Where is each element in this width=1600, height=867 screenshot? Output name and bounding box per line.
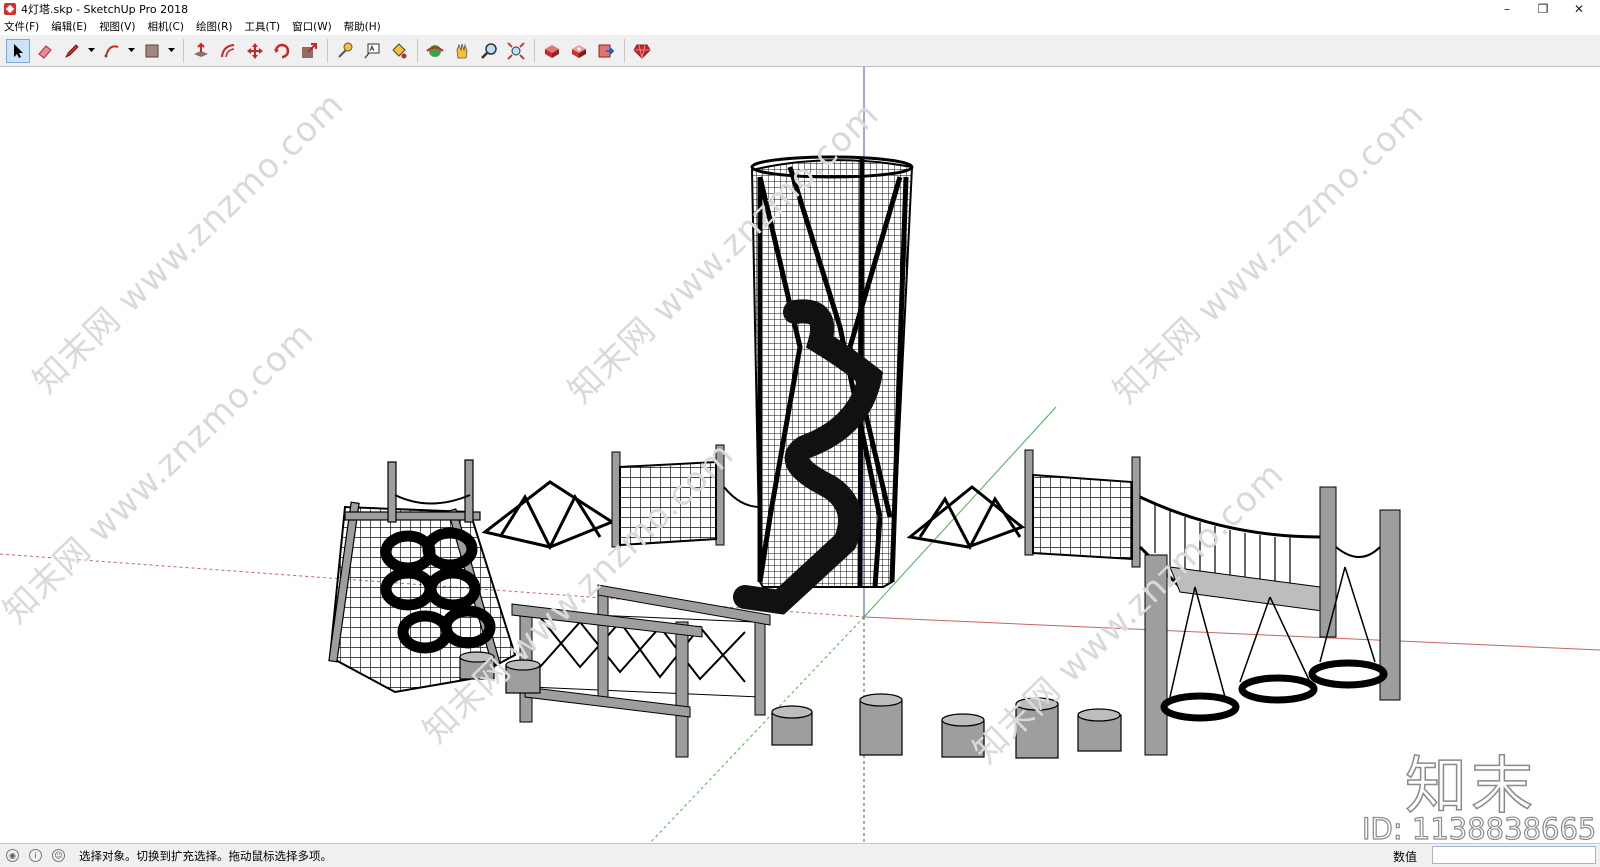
user-icon[interactable]: ☺ (52, 849, 65, 862)
arc-tool-button[interactable] (100, 39, 124, 63)
resource-id: ID: 1138838665 (1361, 811, 1597, 846)
menu-window[interactable]: 窗口(W) (292, 19, 332, 34)
text-icon (364, 43, 380, 58)
pan-tool-button[interactable] (450, 39, 474, 63)
toolbar-separator (417, 38, 418, 63)
warehouse-icon (545, 44, 559, 58)
offset-tool-button[interactable] (216, 39, 240, 63)
menu-edit[interactable]: 编辑(E) (51, 19, 87, 34)
send-to-layout-button[interactable] (594, 39, 618, 63)
toolbar-separator (534, 38, 535, 63)
zoom-extents-tool-button[interactable] (504, 39, 528, 63)
tape-measure-icon (338, 42, 353, 58)
push-pull-tool-button[interactable] (189, 39, 213, 63)
extension-warehouse-icon (572, 44, 586, 58)
extension-warehouse-button[interactable] (567, 39, 591, 63)
main-toolbar (0, 35, 1600, 67)
menu-view[interactable]: 视图(V) (99, 19, 135, 34)
restore-button[interactable]: ❐ (1525, 0, 1561, 18)
toolbar-separator (327, 38, 328, 63)
scale-icon (302, 42, 317, 58)
pan-icon (456, 42, 468, 58)
red-axis (863, 616, 1600, 651)
toolbar-separator (624, 38, 625, 63)
zoom-extents-icon (507, 41, 525, 60)
offset-icon (221, 43, 235, 57)
sketchup-app-icon (4, 3, 16, 15)
eraser-tool-button[interactable] (33, 39, 57, 63)
eraser-icon (38, 44, 52, 59)
rectangle-tool-button[interactable] (140, 39, 164, 63)
paint-bucket-tool-button[interactable] (387, 39, 411, 63)
pencil-tool-button[interactable] (60, 39, 84, 63)
chevron-down-icon (128, 48, 135, 52)
rectangle-icon (145, 44, 159, 57)
orbit-tool-button[interactable] (423, 39, 447, 63)
orbit-icon (426, 44, 444, 57)
menu-file[interactable]: 文件(F) (4, 19, 39, 34)
paint-bucket-icon (392, 42, 407, 58)
status-message: 选择对象。切换到扩充选择。拖动鼠标选择多项。 (79, 848, 332, 863)
geolocation-icon[interactable]: ◉ (6, 849, 19, 862)
rotate-tool-button[interactable] (270, 39, 294, 63)
modeling-viewport[interactable]: 知末网 www.znzmo.com 知末网 www.znzmo.com 知末网 … (0, 67, 1600, 843)
menu-camera[interactable]: 相机(C) (147, 19, 184, 34)
status-bar: ◉ i ☺ 选择对象。切换到扩充选择。拖动鼠标选择多项。 数值 (0, 843, 1600, 867)
scale-tool-button[interactable] (297, 39, 321, 63)
menu-draw[interactable]: 绘图(R) (196, 19, 233, 34)
3d-warehouse-button[interactable] (540, 39, 564, 63)
arc-dropdown[interactable] (127, 39, 136, 63)
tape-measure-tool-button[interactable] (333, 39, 357, 63)
window-title: 4灯塔.skp - SketchUp Pro 2018 (21, 3, 189, 16)
select-icon (14, 43, 23, 58)
menu-help[interactable]: 帮助(H) (344, 19, 381, 34)
pencil-dropdown[interactable] (87, 39, 96, 63)
text-tool-button[interactable] (360, 39, 384, 63)
move-icon (247, 42, 263, 59)
chevron-down-icon (88, 48, 95, 52)
zoom-tool-button[interactable] (477, 39, 501, 63)
push-pull-icon (194, 42, 208, 57)
measurements-input[interactable] (1432, 846, 1596, 864)
toolbar-separator (183, 38, 184, 63)
menu-tools[interactable]: 工具(T) (244, 19, 280, 34)
move-tool-button[interactable] (243, 39, 267, 63)
rectangle-dropdown[interactable] (167, 39, 176, 63)
rotate-icon (274, 43, 290, 58)
select-tool-button[interactable] (6, 38, 30, 63)
title-bar: 4灯塔.skp - SketchUp Pro 2018 – ❐ ✕ (0, 0, 1600, 18)
pencil-icon (65, 43, 79, 58)
send-to-layout-icon (598, 44, 615, 57)
ruby-console-button[interactable] (630, 39, 654, 63)
minimize-button[interactable]: – (1489, 0, 1525, 18)
chevron-down-icon (168, 48, 175, 52)
close-button[interactable]: ✕ (1561, 0, 1597, 18)
credits-icon[interactable]: i (29, 849, 42, 862)
zoom-icon (481, 42, 497, 59)
ruby-icon (633, 44, 651, 59)
measurements-label: 数值 (1393, 850, 1418, 864)
arc-icon (104, 44, 119, 57)
menu-bar: 文件(F) 编辑(E) 视图(V) 相机(C) 绘图(R) 工具(T) 窗口(W… (0, 18, 1600, 35)
